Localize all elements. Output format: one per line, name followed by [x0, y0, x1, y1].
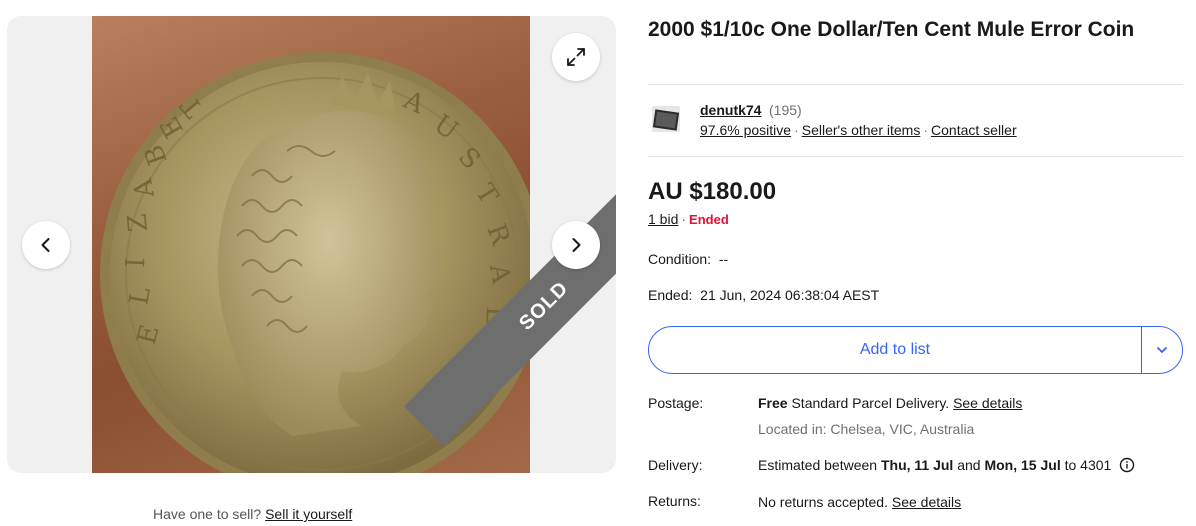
next-image-button[interactable]	[552, 221, 600, 269]
chevron-down-icon	[1157, 347, 1167, 353]
separator-dot: ·	[681, 211, 687, 227]
seller-links: 97.6% positive · Seller's other items · Cont…	[700, 122, 1017, 138]
postage-label: Postage:	[648, 395, 704, 411]
contact-seller-link[interactable]: Contact seller	[931, 122, 1017, 138]
bid-count-link[interactable]: 1 bid	[648, 211, 678, 227]
ended-value: 21 Jun, 2024 06:38:04 AEST	[700, 287, 880, 303]
expand-image-button[interactable]	[552, 33, 600, 81]
svg-text:I: I	[121, 257, 151, 268]
separator-dot: ·	[923, 122, 929, 138]
seller-feedback-score[interactable]: (195)	[769, 102, 802, 118]
svg-text:Z: Z	[123, 212, 154, 233]
sell-it-yourself-link[interactable]: Sell it yourself	[265, 506, 352, 522]
seller-name-link[interactable]: denutk74	[700, 102, 761, 118]
sellers-other-items-link[interactable]: Seller's other items	[802, 122, 921, 138]
add-to-list-control: Add to list	[648, 326, 1183, 374]
returns-see-details-link[interactable]: See details	[892, 494, 961, 510]
postage-see-details-link[interactable]: See details	[953, 395, 1022, 411]
delivery-label: Delivery:	[648, 457, 703, 473]
condition-value: --	[718, 251, 729, 267]
delivery-date-start: Thu, 11 Jul	[880, 457, 954, 473]
separator-dot: ·	[794, 122, 799, 138]
item-location: Located in: Chelsea, VIC, Australia	[758, 421, 975, 437]
add-to-list-button[interactable]: Add to list	[649, 327, 1141, 373]
seller-positive-link[interactable]: 97.6% positive	[700, 122, 791, 138]
condition-label: Condition:	[648, 251, 712, 267]
item-price: AU $180.00	[648, 178, 777, 205]
returns-value: No returns accepted. See details	[758, 494, 961, 510]
returns-label: Returns:	[648, 493, 701, 509]
previous-image-button[interactable]	[22, 221, 70, 269]
sold-label: SOLD	[514, 276, 573, 335]
expand-icon	[567, 48, 585, 66]
listing-title: 2000 $1/10c One Dollar/Ten Cent Mule Err…	[648, 18, 1135, 41]
delivery-and: and	[953, 457, 985, 473]
ended-label: Ended:	[648, 287, 693, 303]
divider	[648, 156, 1183, 157]
sell-prompt: Have one to sell? Sell it yourself	[153, 506, 352, 522]
ended-status: Ended	[689, 212, 729, 227]
free-label: Free	[758, 395, 788, 411]
delivery-prefix: Estimated between	[758, 457, 881, 473]
add-to-list-dropdown-button[interactable]	[1142, 327, 1182, 373]
condition-row: Condition: --	[648, 251, 728, 267]
delivery-value: Estimated between Thu, 11 Jul and Mon, 1…	[758, 457, 1135, 473]
sell-prompt-text: Have one to sell?	[153, 506, 262, 522]
postage-service: Standard Parcel Delivery.	[787, 395, 954, 411]
info-icon[interactable]	[1119, 457, 1135, 473]
returns-text: No returns accepted.	[758, 494, 892, 510]
ended-row: Ended: 21 Jun, 2024 06:38:04 AEST	[648, 287, 879, 303]
image-gallery[interactable]: E L I Z A B E T A U S T R A L I SOLD	[7, 16, 616, 473]
delivery-postcode: to 4301	[1060, 457, 1112, 473]
add-to-list-label: Add to list	[859, 341, 931, 358]
bid-status: 1 bid · Ended	[648, 211, 729, 227]
seller-avatar[interactable]	[650, 103, 684, 137]
chevron-right-icon	[572, 238, 581, 252]
divider	[648, 84, 1183, 85]
delivery-date-end: Mon, 15 Jul	[984, 457, 1061, 473]
postage-value: Free Standard Parcel Delivery. See detai…	[758, 395, 1022, 411]
chevron-left-icon	[41, 238, 50, 252]
